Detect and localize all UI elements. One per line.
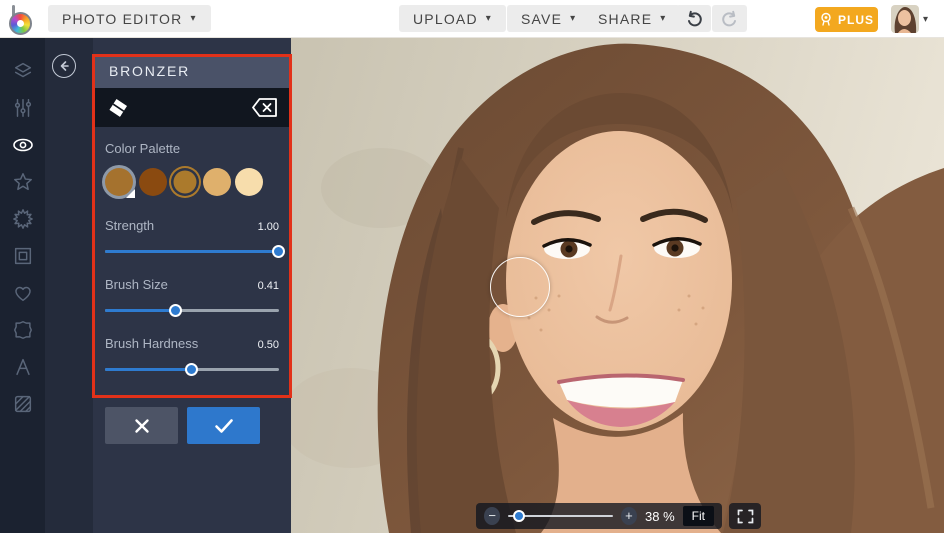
back-button[interactable] bbox=[52, 54, 76, 78]
brush-size-value: 0.41 bbox=[257, 280, 279, 292]
artsy-flower-icon bbox=[12, 208, 33, 229]
sidebar-item-overlays[interactable] bbox=[0, 311, 45, 348]
zoom-in-button[interactable]: + bbox=[620, 507, 637, 525]
upload-label: UPLOAD bbox=[413, 10, 478, 27]
sidebar-item-frames[interactable] bbox=[0, 237, 45, 274]
photo-editor-menu-button[interactable]: PHOTO EDITOR ▾ bbox=[48, 5, 211, 32]
bronzer-panel: BRONZER Color Palette Strength 1.00 Brus… bbox=[93, 38, 291, 533]
close-icon bbox=[134, 418, 149, 433]
sidebar-item-effects[interactable] bbox=[0, 163, 45, 200]
avatar bbox=[891, 5, 919, 33]
brush-size-slider[interactable] bbox=[105, 304, 279, 317]
eraser-icon bbox=[109, 98, 127, 117]
text-a-icon bbox=[15, 358, 30, 375]
brush-hardness-slider-group: Brush Hardness 0.50 bbox=[105, 336, 279, 376]
save-label: SAVE bbox=[521, 10, 563, 27]
strength-slider-group: Strength 1.00 bbox=[105, 218, 285, 258]
fit-screen-icon bbox=[737, 509, 753, 523]
touch-up-eye-icon bbox=[12, 138, 33, 151]
strength-value: 1.00 bbox=[257, 221, 279, 233]
color-palette bbox=[105, 165, 279, 199]
color-swatch[interactable] bbox=[139, 168, 167, 196]
share-label: SHARE bbox=[598, 10, 653, 27]
chevron-down-icon: ▾ bbox=[570, 13, 577, 24]
zoom-percentage: 38 % bbox=[645, 508, 675, 524]
sidebar-item-text[interactable] bbox=[0, 348, 45, 385]
category-sidebar bbox=[0, 38, 45, 533]
color-swatch[interactable] bbox=[203, 168, 231, 196]
eraser-button[interactable] bbox=[106, 96, 131, 120]
cancel-button[interactable] bbox=[105, 407, 178, 444]
brush-size-label: Brush Size bbox=[105, 277, 168, 292]
undo-icon bbox=[687, 10, 702, 26]
plus-upgrade-button[interactable]: PLUS bbox=[815, 7, 878, 32]
plus-label: PLUS bbox=[837, 12, 874, 27]
photo-editor-label: PHOTO EDITOR bbox=[62, 10, 183, 27]
texture-icon bbox=[14, 395, 31, 412]
redo-icon bbox=[721, 10, 736, 26]
zoom-slider[interactable] bbox=[508, 510, 613, 522]
slider-fill bbox=[105, 309, 177, 312]
layers-icon bbox=[14, 62, 31, 77]
befunky-logo[interactable] bbox=[9, 3, 41, 35]
slider-fill bbox=[105, 368, 192, 371]
chevron-down-icon: ▾ bbox=[190, 13, 197, 24]
color-swatch-selected[interactable] bbox=[171, 168, 199, 196]
slider-handle[interactable] bbox=[272, 245, 285, 258]
account-menu[interactable]: ▾ bbox=[891, 5, 928, 33]
overlay-badge-icon bbox=[13, 320, 32, 339]
zoom-slider-handle[interactable] bbox=[512, 510, 525, 522]
plus-badge-icon bbox=[821, 12, 831, 26]
undo-button[interactable] bbox=[676, 5, 711, 32]
brush-hardness-label: Brush Hardness bbox=[105, 336, 199, 351]
redo-button[interactable] bbox=[712, 5, 747, 32]
fit-button[interactable]: Fit bbox=[682, 506, 714, 526]
color-swatch[interactable] bbox=[235, 168, 263, 196]
panel-header: BRONZER bbox=[93, 54, 291, 88]
fullscreen-button[interactable] bbox=[729, 503, 761, 529]
chevron-down-icon: ▾ bbox=[485, 13, 493, 24]
share-button[interactable]: SHARE ▾ bbox=[584, 5, 681, 32]
arrow-left-icon bbox=[60, 61, 69, 71]
upload-button[interactable]: UPLOAD ▾ bbox=[399, 5, 507, 32]
sidebar-item-artsy[interactable] bbox=[0, 200, 45, 237]
sub-panel-strip bbox=[45, 38, 93, 533]
brush-hardness-value: 0.50 bbox=[257, 339, 279, 351]
panel-title: BRONZER bbox=[109, 63, 191, 79]
frame-icon bbox=[14, 247, 31, 264]
zoom-toolbar: − + 38 % Fit bbox=[476, 503, 722, 529]
save-button[interactable]: SAVE ▾ bbox=[507, 5, 591, 32]
slider-fill bbox=[105, 250, 279, 253]
chevron-down-icon: ▾ bbox=[660, 13, 667, 24]
color-palette-label: Color Palette bbox=[105, 141, 181, 156]
canvas-image[interactable]: − + 38 % Fit bbox=[291, 38, 944, 533]
clear-all-button[interactable] bbox=[251, 97, 278, 118]
panel-body: Color Palette Strength 1.00 Brush Size 0… bbox=[93, 141, 291, 444]
apply-button[interactable] bbox=[187, 407, 260, 444]
adjust-sliders-icon bbox=[14, 98, 31, 117]
main-area: BRONZER Color Palette Strength 1.00 Brus… bbox=[0, 38, 944, 533]
sidebar-item-textures[interactable] bbox=[0, 385, 45, 422]
sidebar-item-graphics[interactable] bbox=[0, 274, 45, 311]
brush-mode-toolbar bbox=[93, 88, 291, 127]
logo-colorwheel-icon bbox=[9, 12, 32, 35]
star-icon bbox=[13, 172, 32, 190]
strength-slider[interactable] bbox=[105, 245, 285, 258]
brush-size-slider-group: Brush Size 0.41 bbox=[105, 277, 279, 317]
checkmark-icon bbox=[214, 418, 233, 433]
slider-handle[interactable] bbox=[169, 304, 183, 317]
sidebar-item-layers[interactable] bbox=[0, 52, 45, 89]
heart-icon bbox=[14, 286, 31, 301]
sidebar-item-touch-up[interactable] bbox=[0, 126, 45, 163]
portrait-photo bbox=[291, 38, 944, 533]
custom-color-swatch[interactable] bbox=[105, 168, 135, 198]
strength-label: Strength bbox=[105, 218, 155, 233]
zoom-out-button[interactable]: − bbox=[484, 507, 501, 525]
brush-hardness-slider[interactable] bbox=[105, 363, 279, 376]
chevron-down-icon: ▾ bbox=[923, 13, 929, 25]
backspace-icon bbox=[252, 98, 277, 117]
top-toolbar: PHOTO EDITOR ▾ UPLOAD ▾ SAVE ▾ SHARE ▾ P… bbox=[0, 0, 944, 38]
slider-handle[interactable] bbox=[185, 363, 198, 376]
sidebar-item-edit[interactable] bbox=[0, 89, 45, 126]
